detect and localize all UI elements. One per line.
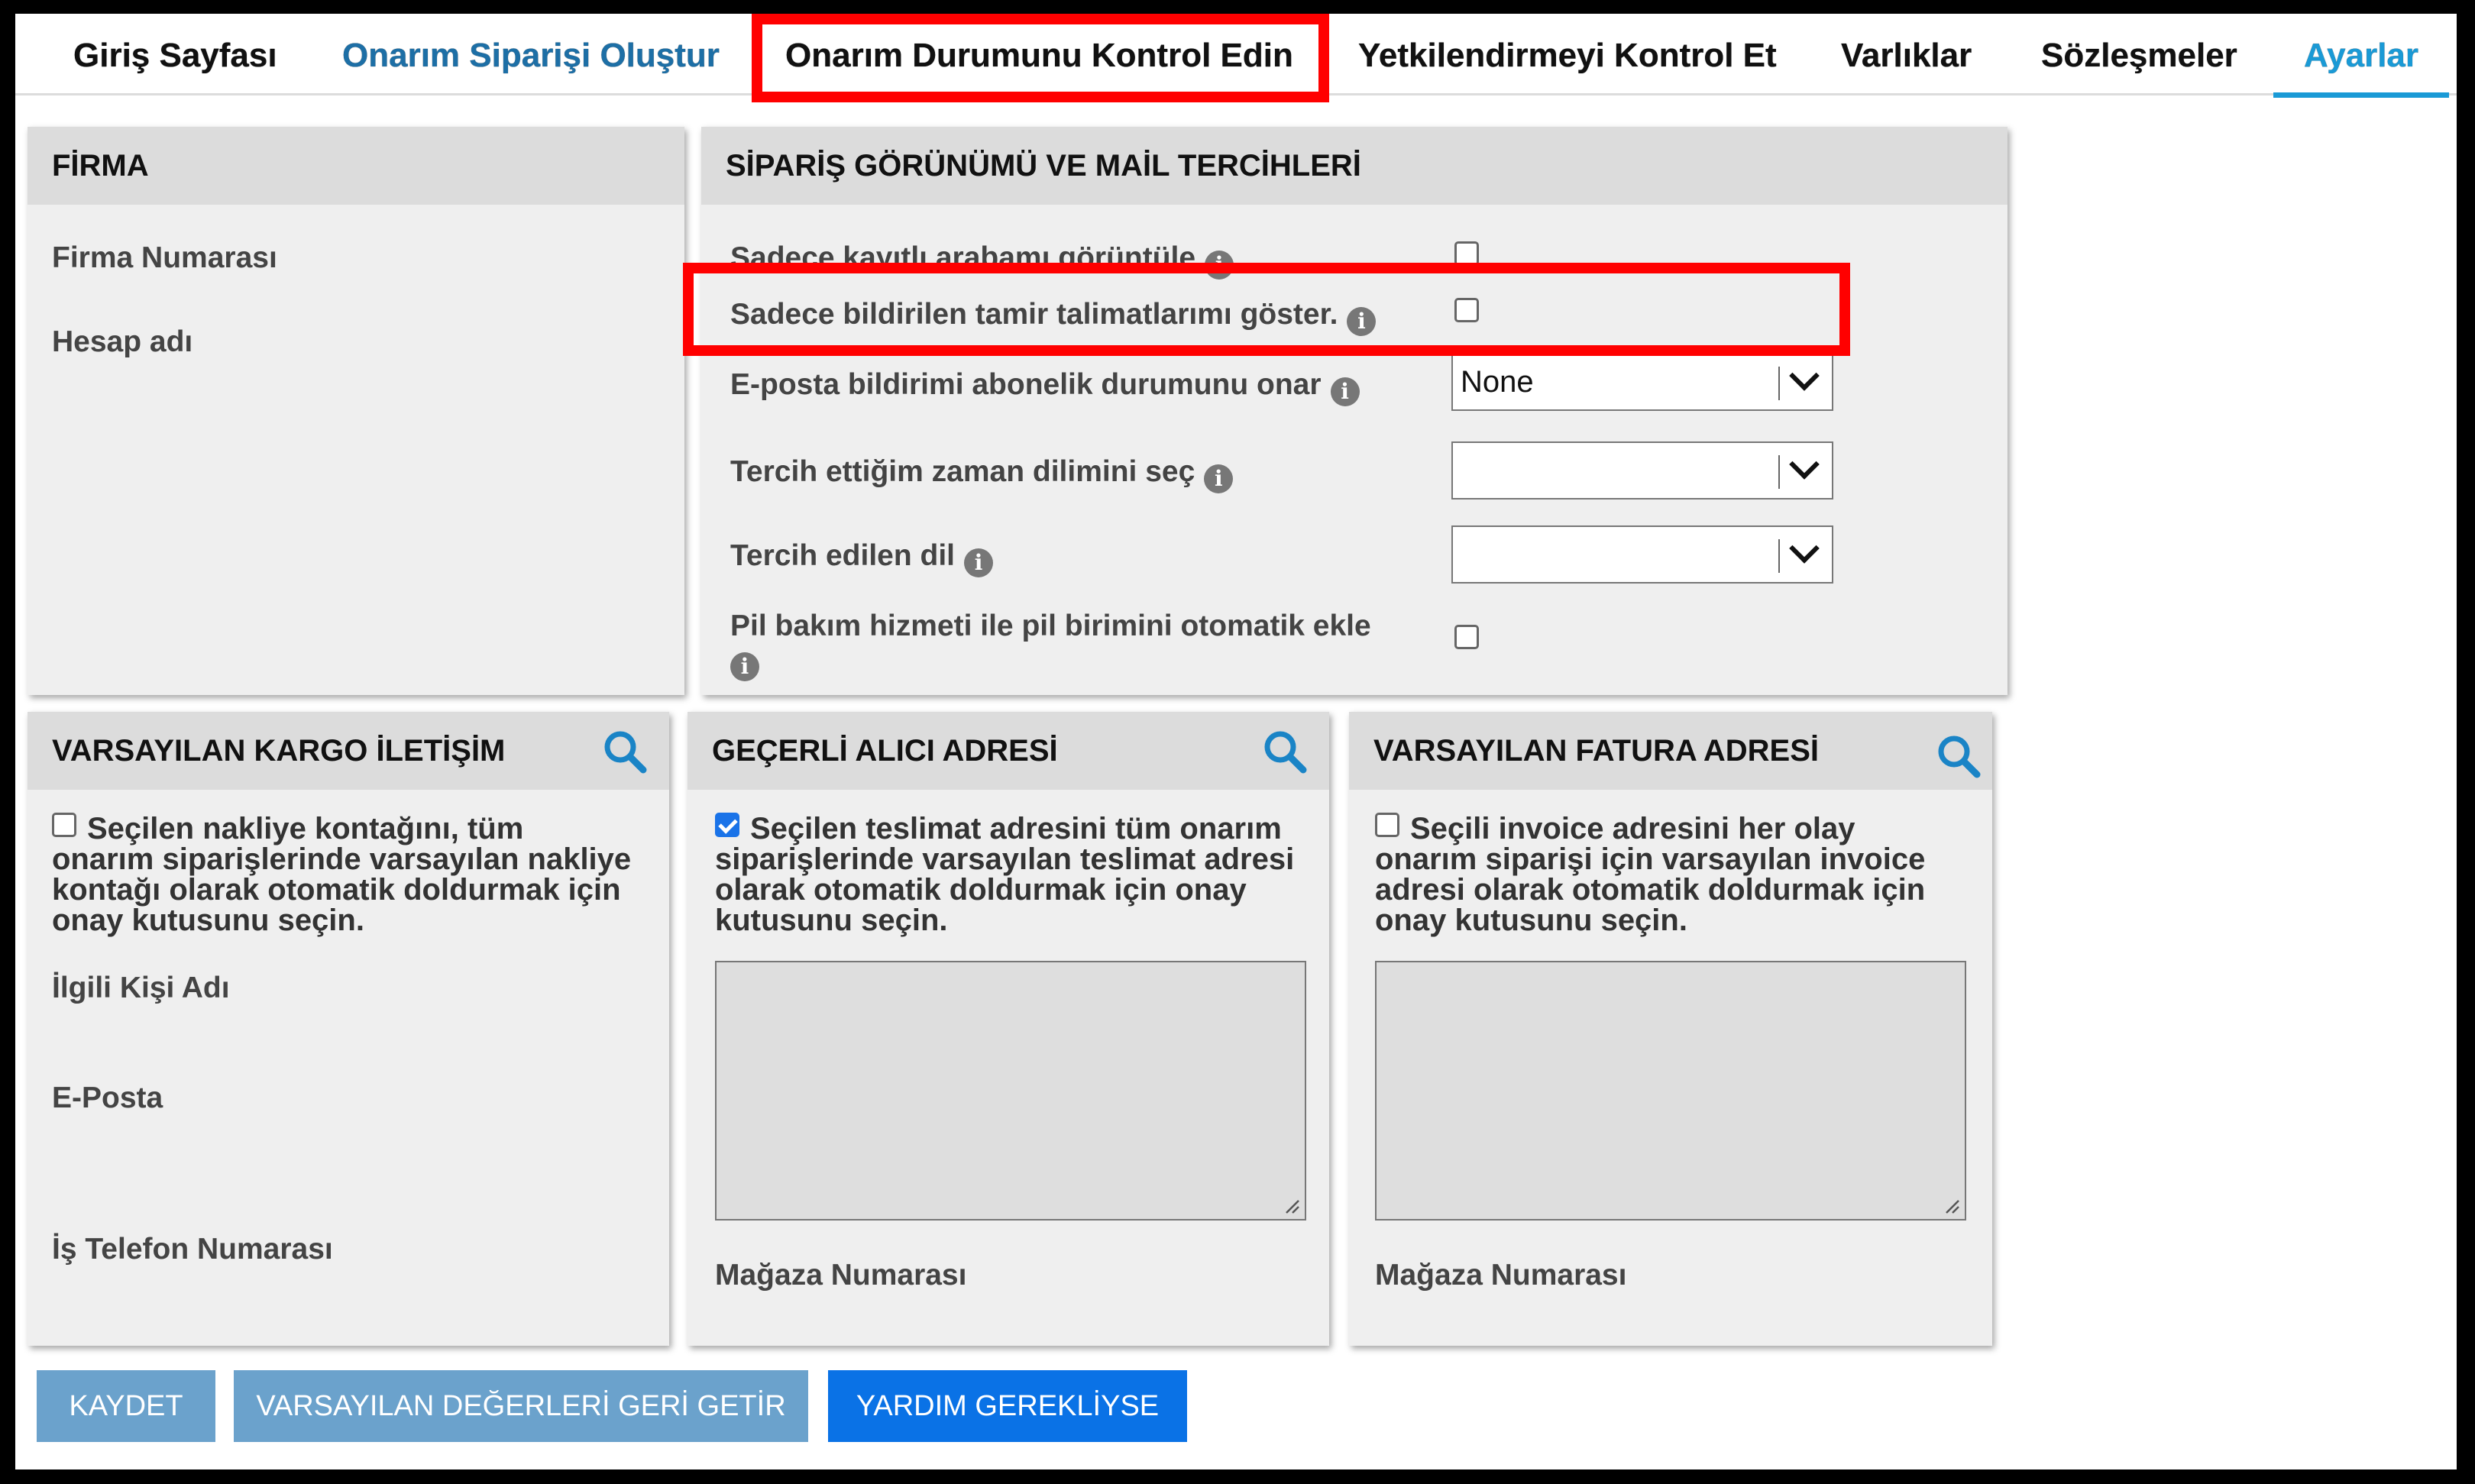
- firma-panel-title: FİRMA: [28, 127, 684, 205]
- email-status-row: E-posta bildirimi abonelik durumunu onar…: [730, 368, 1360, 406]
- battery-checkbox[interactable]: [1454, 625, 1479, 649]
- highlight-box-tab: [752, 14, 1329, 102]
- store-number-label: Mağaza Numarası: [1375, 1259, 1627, 1292]
- timezone-select[interactable]: [1451, 441, 1833, 500]
- recipient-address-title: GEÇERLİ ALICI ADRESİ: [688, 712, 1329, 790]
- search-icon[interactable]: [1262, 729, 1308, 774]
- battery-label: Pil bakım hizmeti ile pil birimini otoma…: [730, 609, 1371, 642]
- language-row: Tercih edilen dil i: [730, 539, 994, 577]
- tab-settings[interactable]: Ayarlar: [2273, 14, 2450, 98]
- email-label: E-Posta: [52, 1081, 163, 1114]
- timezone-row: Tercih ettiğim zaman dilimini seç i: [730, 455, 1234, 493]
- invoice-default-checkbox[interactable]: [1375, 813, 1399, 837]
- firma-panel: FİRMA Firma Numarası Hesap adı: [28, 127, 684, 695]
- chevron-down-icon: [1789, 533, 1820, 564]
- search-icon[interactable]: [1936, 733, 1982, 779]
- shipping-default-checkbox[interactable]: [52, 813, 76, 837]
- work-phone-label: İş Telefon Numarası: [52, 1233, 333, 1266]
- email-status-value: None: [1461, 365, 1534, 399]
- firma-number-label: Firma Numarası: [52, 241, 277, 274]
- info-icon[interactable]: i: [964, 548, 994, 577]
- invoice-address-description: Seçili invoice adresini her olay onarım …: [1375, 812, 1926, 937]
- shipping-contact-description: Seçilen nakliye kontağını, tüm onarım si…: [52, 812, 632, 937]
- store-number-label: Mağaza Numarası: [715, 1259, 967, 1292]
- shipping-contact-panel: VARSAYILAN KARGO İLETİŞİM Seçilen nakliy…: [28, 712, 669, 1346]
- account-name-label: Hesap adı: [52, 325, 193, 358]
- tab-create-repair-order[interactable]: Onarım Siparişi Oluştur: [342, 14, 720, 93]
- language-label: Tercih edilen dil: [730, 539, 956, 572]
- recipient-address-panel: GEÇERLİ ALICI ADRESİ Seçilen teslimat ad…: [688, 712, 1329, 1346]
- order-view-panel: SİPARİŞ GÖRÜNÜMÜ VE MAİL TERCİHLERİ Sade…: [701, 127, 2007, 695]
- battery-row: Pil bakım hizmeti ile pil birimini otoma…: [730, 609, 1371, 681]
- tab-home[interactable]: Giriş Sayfası: [73, 14, 277, 93]
- recipient-default-checkbox[interactable]: [715, 813, 739, 837]
- tab-check-authorization[interactable]: Yetkilendirmeyi Kontrol Et: [1358, 14, 1777, 93]
- info-icon[interactable]: i: [1330, 377, 1360, 406]
- invoice-address-panel: VARSAYILAN FATURA ADRESİ Seçili invoice …: [1349, 712, 1992, 1346]
- save-button[interactable]: KAYDET: [37, 1370, 215, 1442]
- highlight-box-setting: [683, 263, 1850, 356]
- email-status-select[interactable]: None: [1451, 353, 1833, 411]
- contact-name-label: İlgili Kişi Adı: [52, 972, 230, 1004]
- timezone-label: Tercih ettiğim zaman dilimini seç: [730, 455, 1195, 488]
- chevron-down-icon: [1789, 449, 1820, 480]
- order-view-panel-title: SİPARİŞ GÖRÜNÜMÜ VE MAİL TERCİHLERİ: [701, 127, 2007, 205]
- recipient-address-description: Seçilen teslimat adresini tüm onarım sip…: [715, 812, 1295, 937]
- language-select[interactable]: [1451, 525, 1833, 584]
- email-status-label: E-posta bildirimi abonelik durumunu onar: [730, 368, 1322, 401]
- restore-defaults-button[interactable]: VARSAYILAN DEĞERLERİ GERİ GETİR: [234, 1370, 808, 1442]
- recipient-address-textarea[interactable]: [715, 961, 1306, 1221]
- search-icon[interactable]: [602, 729, 648, 774]
- resize-grip-icon[interactable]: [1283, 1198, 1300, 1214]
- select-separator: [1778, 455, 1780, 489]
- info-icon[interactable]: i: [1204, 464, 1234, 493]
- select-separator: [1778, 539, 1780, 573]
- resize-grip-icon[interactable]: [1943, 1198, 1960, 1214]
- info-icon[interactable]: i: [730, 652, 759, 681]
- app-frame: Giriş Sayfası Onarım Siparişi Oluştur On…: [15, 14, 2457, 1469]
- tab-assets[interactable]: Varlıklar: [1841, 14, 1972, 93]
- tab-contracts[interactable]: Sözleşmeler: [2041, 14, 2237, 93]
- invoice-address-textarea[interactable]: [1375, 961, 1966, 1221]
- help-button[interactable]: YARDIM GEREKLİYSE: [828, 1370, 1187, 1442]
- chevron-down-icon: [1789, 360, 1820, 391]
- select-separator: [1778, 367, 1780, 400]
- invoice-address-title: VARSAYILAN FATURA ADRESİ: [1349, 712, 1992, 790]
- shipping-contact-title: VARSAYILAN KARGO İLETİŞİM: [28, 712, 669, 790]
